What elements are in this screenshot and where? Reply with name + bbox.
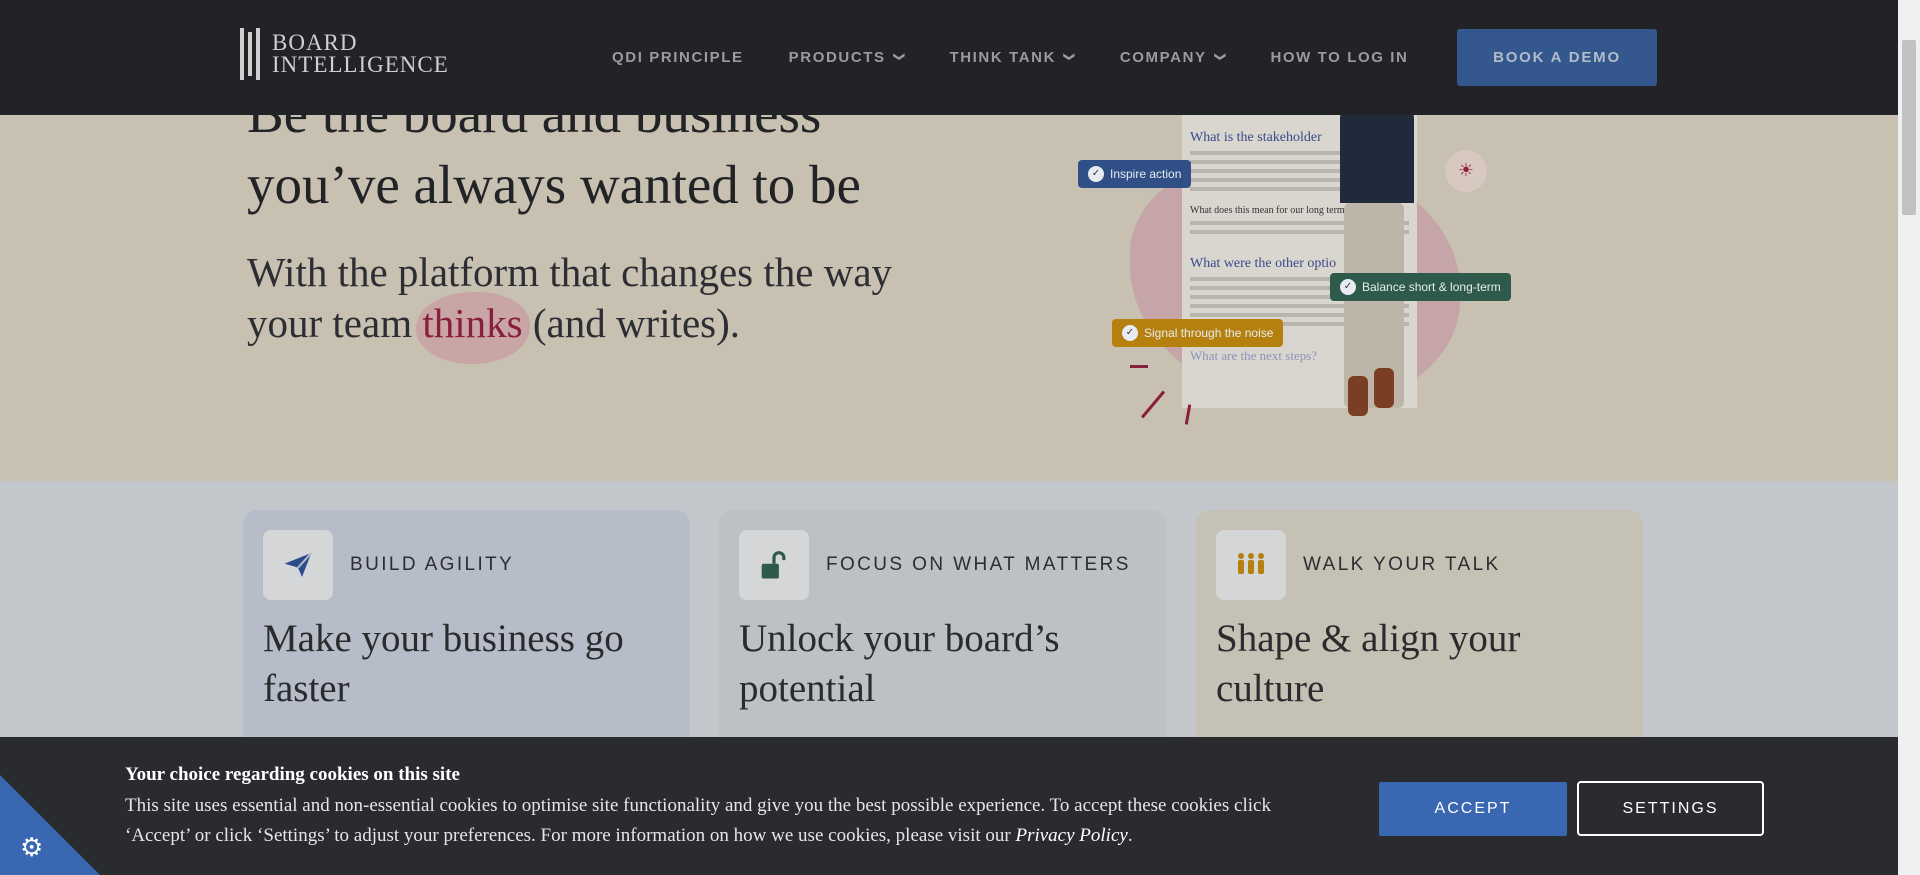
person-figure [1332,108,1422,418]
nav-item-products[interactable]: PRODUCTS ❯ [789,49,905,66]
sub-text-end: (and writes). [522,300,741,346]
book-a-demo-button[interactable]: BOOK A DEMO [1457,29,1657,86]
nav-label: QDI PRINCIPLE [612,49,744,66]
accent-dash [1140,390,1166,419]
cookie-preferences-tab[interactable]: ⚙ [0,775,100,875]
nav-label: HOW TO LOG IN [1270,49,1409,66]
main-menu: QDI PRINCIPLE PRODUCTS ❯ THINK TANK ❯ COMP… [612,0,1453,115]
card-heading: Unlock your board’s potential [739,617,1060,710]
paper-plane-icon [263,530,333,600]
tag-label: Signal through the noise [1144,326,1274,340]
tag-inspire-action: ✓ Inspire action [1078,160,1192,188]
lightbulb-icon: ☀ [1445,150,1487,192]
hero-subheadline: With the platform that changes the way y… [247,247,947,349]
nav-label: PRODUCTS [788,49,886,66]
check-icon: ✓ [1340,279,1356,295]
accept-cookies-button[interactable]: ACCEPT [1379,782,1567,836]
top-navigation: BOARD INTELLIGENCE QDI PRINCIPLE PRODUCTS… [0,0,1898,115]
tag-balance: ✓ Balance short & long-term [1330,273,1511,301]
card-label: BUILD AGILITY [350,554,515,575]
card-heading: Shape & align your culture [1216,617,1521,710]
cookie-settings-button[interactable]: SETTINGS [1577,781,1764,836]
page-scrollbar[interactable] [1898,0,1920,875]
chevron-down-icon: ❯ [1062,52,1075,63]
highlight-word: thinks [422,300,523,346]
logo-text: BOARD [272,30,358,55]
nav-item-how-to-log-in[interactable]: HOW TO LOG IN [1270,49,1408,66]
logo-text: INTELLIGENCE [272,52,449,77]
card-label: WALK YOUR TALK [1303,554,1501,575]
cookie-body: This site uses essential and non-essenti… [125,791,1295,851]
board-intelligence-logo[interactable]: BOARD INTELLIGENCE [240,28,449,80]
hero-illustration: What is the stakeholder What does this m… [1070,108,1540,438]
cookie-gear-icon: ⚙ [20,833,44,863]
tag-label: Inspire action [1110,167,1182,181]
nav-item-qdi-principle[interactable]: QDI PRINCIPLE [612,49,744,66]
check-icon: ✓ [1122,325,1138,341]
cookie-title: Your choice regarding cookies on this si… [125,764,460,785]
chevron-down-icon: ❯ [892,52,905,63]
tag-label: Balance short & long-term [1362,280,1501,294]
nav-item-think-tank[interactable]: THINK TANK ❯ [949,49,1074,66]
tag-signal: ✓ Signal through the noise [1112,319,1284,347]
people-group-icon [1216,530,1286,600]
nav-item-company[interactable]: COMPANY ❯ [1120,49,1226,66]
scrollbar-thumb[interactable] [1902,40,1916,215]
privacy-policy-link[interactable]: Privacy Policy [1015,825,1127,846]
cookie-body-end: . [1127,825,1133,846]
nav-label: THINK TANK [949,49,1057,66]
card-label: FOCUS ON WHAT MATTERS [826,554,1131,575]
unlocked-padlock-icon [739,530,809,600]
cookie-banner: Your choice regarding cookies on this si… [0,737,1920,875]
card-heading: Make your business go faster [263,617,624,710]
chevron-down-icon: ❯ [1213,52,1226,63]
accent-dash [1130,365,1148,368]
logo-mark-icon [240,28,260,80]
nav-label: COMPANY [1119,49,1207,66]
check-icon: ✓ [1088,166,1104,182]
